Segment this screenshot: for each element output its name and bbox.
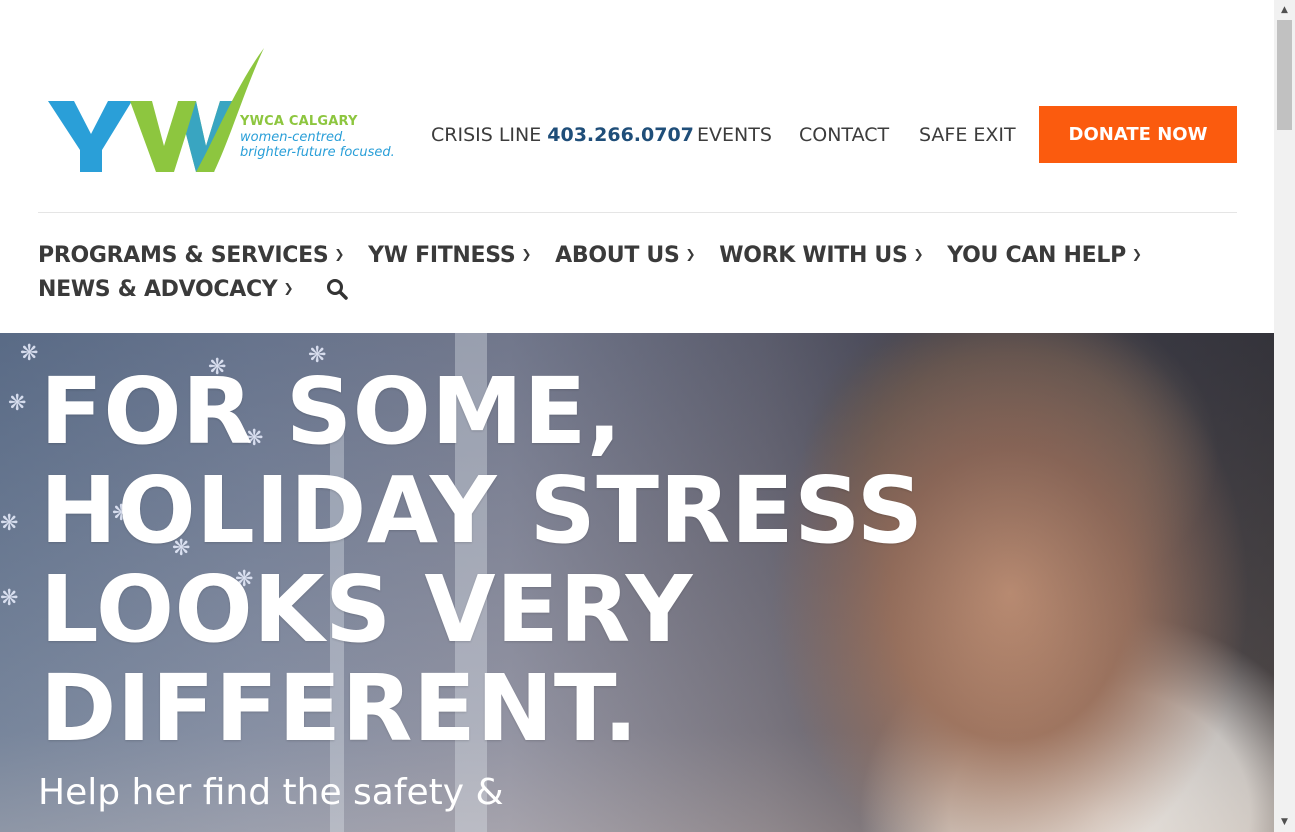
donate-now-button[interactable]: DONATE NOW bbox=[1039, 106, 1237, 163]
crisis-line-number[interactable]: 403.266.0707 bbox=[547, 124, 694, 146]
crisis-line-label: CRISIS LINE bbox=[431, 124, 542, 146]
nav-label: YW FITNESS bbox=[368, 242, 516, 268]
hero-subline: Help her find the safety & bbox=[38, 772, 504, 813]
chevron-down-icon: ❯ bbox=[283, 281, 294, 295]
main-nav: PROGRAMS & SERVICES ❯ YW FITNESS ❯ ABOUT U… bbox=[38, 238, 1238, 306]
events-link[interactable]: EVENTS bbox=[697, 120, 772, 150]
main-nav-row-1: PROGRAMS & SERVICES ❯ YW FITNESS ❯ ABOUT U… bbox=[38, 238, 1238, 272]
chevron-down-icon: ❯ bbox=[685, 247, 696, 261]
logo-org-name: YWCA CALGARY bbox=[240, 114, 358, 129]
chevron-down-icon: ❯ bbox=[521, 247, 532, 261]
nav-label: WORK WITH US bbox=[719, 242, 908, 268]
snowflake-icon: ❋ bbox=[0, 511, 19, 536]
nav-programs-services[interactable]: PROGRAMS & SERVICES ❯ bbox=[38, 243, 344, 268]
main-nav-row-2: NEWS & ADVOCACY ❯ bbox=[38, 272, 1238, 306]
chevron-down-icon: ❯ bbox=[913, 247, 924, 261]
search-icon[interactable] bbox=[325, 277, 349, 301]
nav-label: ABOUT US bbox=[555, 242, 680, 268]
nav-yw-fitness[interactable]: YW FITNESS ❯ bbox=[368, 243, 531, 268]
logo-tagline-2: brighter-future focused. bbox=[240, 145, 395, 161]
logo-tagline-1: women-centred. bbox=[240, 129, 347, 145]
ywca-logo[interactable]: YWCA CALGARY women-centred. brighter-fut… bbox=[46, 46, 406, 176]
contact-link[interactable]: CONTACT bbox=[799, 120, 889, 150]
header-divider bbox=[38, 212, 1237, 213]
hero-headline: FOR SOME, HOLIDAY STRESS LOOKS VERY DIFF… bbox=[40, 362, 924, 758]
headline-line: HOLIDAY STRESS bbox=[40, 457, 924, 564]
nav-about-us[interactable]: ABOUT US ❯ bbox=[555, 243, 695, 268]
chevron-down-icon: ❯ bbox=[1131, 247, 1142, 261]
chevron-down-icon: ❯ bbox=[334, 247, 345, 261]
headline-line: DIFFERENT. bbox=[40, 655, 639, 762]
nav-news-advocacy[interactable]: NEWS & ADVOCACY ❯ bbox=[38, 277, 293, 302]
safe-exit-link[interactable]: SAFE EXIT bbox=[919, 120, 1016, 150]
scroll-up-arrow-icon[interactable]: ▲ bbox=[1274, 0, 1295, 20]
snowflake-icon: ❋ bbox=[8, 391, 27, 416]
nav-label: NEWS & ADVOCACY bbox=[38, 276, 278, 302]
nav-label: PROGRAMS & SERVICES bbox=[38, 242, 329, 268]
site-header: YWCA CALGARY women-centred. brighter-fut… bbox=[0, 0, 1274, 333]
scrollbar-thumb[interactable] bbox=[1277, 20, 1292, 130]
nav-label: YOU CAN HELP bbox=[947, 242, 1126, 268]
nav-you-can-help[interactable]: YOU CAN HELP ❯ bbox=[947, 242, 1142, 268]
headline-line: LOOKS VERY bbox=[40, 556, 693, 663]
scroll-down-arrow-icon[interactable]: ▼ bbox=[1274, 812, 1295, 832]
nav-work-with-us[interactable]: WORK WITH US ❯ bbox=[719, 243, 923, 268]
crisis-line: CRISIS LINE 403.266.0707 bbox=[431, 120, 694, 150]
snowflake-icon: ❋ bbox=[0, 586, 19, 611]
snowflake-icon: ❋ bbox=[20, 341, 39, 366]
headline-line: FOR SOME, bbox=[40, 358, 623, 465]
logo-text: YWCA CALGARY women-centred. brighter-fut… bbox=[240, 114, 395, 161]
